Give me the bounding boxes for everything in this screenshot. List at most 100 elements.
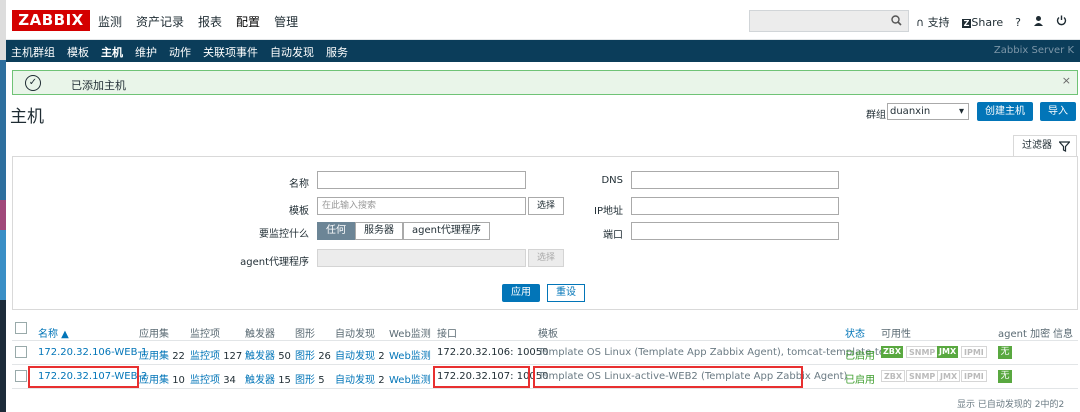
menu-inventory[interactable]: 资产记录: [136, 13, 184, 30]
apps-cell: 应用集 10: [139, 371, 185, 386]
ipmi-badge: IPMI: [961, 370, 987, 382]
apps-link[interactable]: 应用集: [139, 351, 169, 362]
web-link[interactable]: Web监测: [389, 371, 431, 386]
jmx-badge: JMX: [937, 346, 959, 358]
host-name-link[interactable]: 172.20.32.106-WEB-1: [38, 347, 147, 358]
graphs-count: 26: [318, 351, 331, 362]
filter-template-input[interactable]: 在此输入搜索: [317, 197, 526, 215]
triggers-link[interactable]: 触发器: [245, 375, 275, 386]
apps-count: 22: [172, 351, 185, 362]
import-button[interactable]: 导入: [1040, 102, 1076, 121]
row-checkbox[interactable]: [15, 370, 27, 382]
create-host-button[interactable]: 创建主机: [977, 102, 1033, 121]
graphs-link[interactable]: 图形: [295, 351, 315, 362]
nav-templates[interactable]: 模板: [67, 44, 89, 60]
col-status[interactable]: 状态: [845, 325, 865, 340]
items-link[interactable]: 监控项: [190, 351, 220, 362]
reset-button[interactable]: 重设: [547, 284, 585, 302]
chevron-down-icon: ▾: [958, 106, 964, 117]
search-icon[interactable]: [891, 15, 902, 29]
apps-link[interactable]: 应用集: [139, 375, 169, 386]
web-link[interactable]: Web监测: [389, 347, 431, 362]
filter-monitor-label: 要监控什么: [259, 229, 309, 240]
filter-name-input[interactable]: [317, 171, 526, 189]
row-divider: [12, 388, 1078, 389]
pagination-summary: 显示 已自动发现的 2中的2: [957, 400, 1065, 410]
nav-event-correlation[interactable]: 关联项事件: [203, 44, 258, 60]
zbx-badge: ZBX: [881, 370, 906, 382]
filter-proxy-input: [317, 249, 526, 267]
search-input[interactable]: [749, 10, 909, 32]
nav-hosts[interactable]: 主机: [101, 44, 123, 60]
share-link[interactable]: Z Share: [961, 16, 1003, 29]
filter-dns-input[interactable]: [631, 171, 839, 189]
triggers-link[interactable]: 触发器: [245, 351, 275, 362]
highlight-box-host-name: [28, 366, 139, 388]
nav-maintenance[interactable]: 维护: [135, 44, 157, 60]
col-triggers: 触发器: [245, 329, 275, 340]
items-cell: 监控项 127: [190, 347, 242, 362]
template-select-button[interactable]: 选择: [528, 197, 564, 215]
ipmi-badge: IPMI: [961, 346, 987, 358]
status-link[interactable]: 已启用: [845, 347, 875, 362]
message-text: 已添加主机: [71, 79, 126, 92]
menu-reports[interactable]: 报表: [198, 13, 222, 30]
discovery-cell: 自动发现 2: [335, 371, 385, 386]
proxy-select-button: 选择: [528, 249, 564, 267]
filter-dns-label: DNS: [601, 175, 623, 186]
logout-icon[interactable]: [1056, 15, 1067, 29]
filter-ip-label: IP地址: [594, 206, 623, 217]
highlight-box-templates: [533, 366, 803, 388]
items-link[interactable]: 监控项: [190, 375, 220, 386]
headset-icon: ∩: [916, 16, 925, 29]
discovery-count: 2: [378, 351, 385, 362]
share-icon: Z: [961, 18, 972, 28]
menu-administration[interactable]: 管理: [274, 13, 298, 30]
filter-ip-input[interactable]: [631, 197, 839, 215]
monitor-proxy-option[interactable]: agent代理程序: [403, 222, 490, 240]
group-select-value: duanxin: [890, 106, 931, 117]
discovery-link[interactable]: 自动发现: [335, 375, 375, 386]
templates-cell[interactable]: Template OS Linux (Template App Zabbix A…: [538, 347, 894, 358]
triggers-cell: 触发器 50: [245, 347, 291, 362]
apply-button[interactable]: 应用: [502, 284, 540, 302]
items-count: 127: [223, 351, 243, 362]
nav-services[interactable]: 服务: [326, 44, 348, 60]
support-link[interactable]: ∩ 支持: [916, 14, 950, 30]
triggers-count: 15: [278, 375, 291, 386]
discovery-link[interactable]: 自动发现: [335, 351, 375, 362]
filter-port-label: 端口: [603, 230, 623, 241]
graphs-count: 5: [318, 375, 325, 386]
filter-port-input[interactable]: [631, 222, 839, 240]
apps-count: 10: [172, 375, 185, 386]
table-header-divider: [12, 340, 1078, 341]
col-name[interactable]: 名称 ▲: [38, 325, 69, 340]
nav-host-groups[interactable]: 主机群组: [11, 44, 55, 60]
monitor-server-option[interactable]: 服务器: [355, 222, 403, 240]
discovery-cell: 自动发现 2: [335, 347, 385, 362]
nav-discovery[interactable]: 自动发现: [270, 44, 314, 60]
user-profile-icon[interactable]: [1033, 15, 1044, 29]
filter-tab-label: 过滤器: [1022, 140, 1052, 151]
row-checkbox[interactable]: [15, 346, 27, 358]
group-select[interactable]: duanxin ▾: [887, 103, 969, 120]
select-all-checkbox[interactable]: [15, 322, 27, 334]
close-icon[interactable]: ×: [1062, 74, 1071, 87]
status-link[interactable]: 已启用: [845, 371, 875, 386]
snmp-badge: SNMP: [906, 370, 939, 382]
filter-tab[interactable]: 过滤器: [1013, 135, 1077, 157]
filter-panel: 名称 模板 在此输入搜索 选择 要监控什么 任何 服务器 agent代理程序 a…: [12, 156, 1078, 310]
help-link[interactable]: ?: [1015, 16, 1021, 29]
graphs-link[interactable]: 图形: [295, 375, 315, 386]
menu-monitoring[interactable]: 监测: [98, 13, 122, 30]
support-label: 支持: [927, 16, 950, 29]
items-cell: 监控项 34: [190, 371, 236, 386]
menu-configuration[interactable]: 配置: [236, 13, 260, 30]
nav-actions[interactable]: 动作: [169, 44, 191, 60]
page-title: 主机: [10, 107, 44, 127]
monitor-any-option[interactable]: 任何: [317, 222, 355, 240]
zabbix-logo[interactable]: ZABBIX: [12, 10, 90, 31]
col-availability: 可用性: [881, 329, 911, 340]
items-count: 34: [223, 375, 236, 386]
col-web: Web监测: [389, 329, 431, 340]
